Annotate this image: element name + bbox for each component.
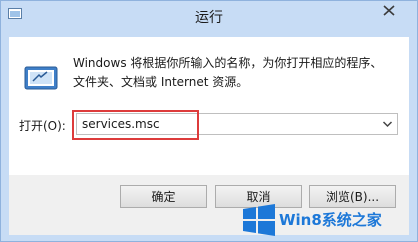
watermark: Win8系统之家 [239,200,418,240]
close-button[interactable] [367,2,411,22]
open-label: 打开(O): [19,119,66,133]
run-icon [23,57,59,93]
description-line-2: 文件夹、文档或 Internet 资源。 [73,75,249,89]
close-icon [383,5,395,19]
description-line-1: Windows 将根据你所输入的名称，为你打开相应的程序、 [73,56,383,70]
window-title: 运行 [195,10,223,26]
open-input-value[interactable]: services.msc [82,117,160,131]
open-combobox[interactable]: services.msc [76,113,398,135]
ok-button[interactable]: 确定 [120,185,207,208]
chevron-down-icon[interactable] [382,118,393,130]
run-description: Windows 将根据你所输入的名称，为你打开相应的程序、 文件夹、文档或 In… [73,54,403,92]
run-dialog-window: 运行 Windows 将根据你所输入的名称，为你打开相应的程序、 文件夹、文档或… [0,0,418,242]
watermark-text: Win8系统之家 [279,211,382,229]
title-bar[interactable]: 运行 [1,1,417,37]
